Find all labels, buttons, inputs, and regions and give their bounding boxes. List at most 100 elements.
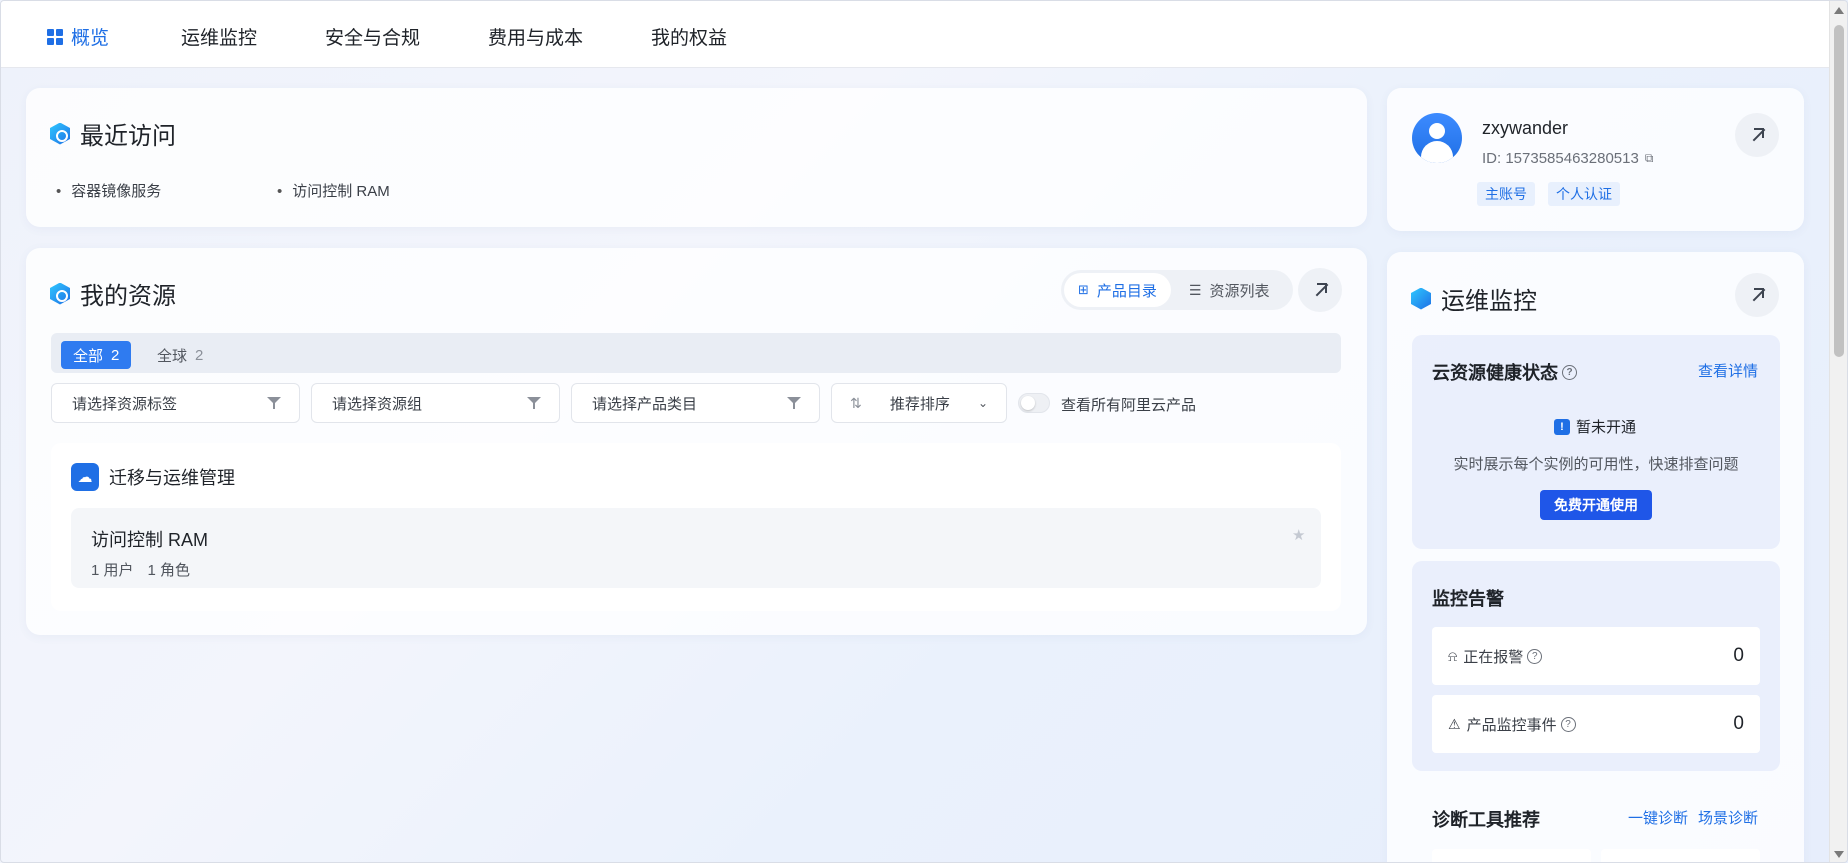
product-users-count[interactable]: 1 用户 xyxy=(91,559,134,580)
monitor-events-metric[interactable]: ⚠ 产品监控事件 ? 0 xyxy=(1432,695,1760,753)
show-all-toggle[interactable] xyxy=(1018,393,1050,413)
product-name[interactable]: 访问控制 RAM xyxy=(91,526,208,552)
list-icon: ☰ xyxy=(1188,281,1202,298)
metric-value: 0 xyxy=(1733,645,1744,666)
username: zxywander xyxy=(1482,118,1569,138)
tab-global[interactable]: 全球 2 xyxy=(145,341,215,369)
recent-item-label: 访问控制 RAM xyxy=(292,183,390,200)
tab-count: 2 xyxy=(111,346,120,364)
arrow-up-right-icon xyxy=(1750,288,1764,302)
resources-open-button[interactable] xyxy=(1298,268,1342,312)
filter-placeholder: 请选择产品类目 xyxy=(592,395,698,413)
section-title: 最近访问 xyxy=(80,123,176,150)
nav-tab-benefits[interactable]: 我的权益 xyxy=(651,23,727,50)
one-click-diagnose-link[interactable]: 一键诊断 xyxy=(1628,807,1688,828)
alerts-title: 监控告警 xyxy=(1432,589,1504,609)
nav-tab-billing[interactable]: 费用与成本 xyxy=(488,23,583,50)
diagnose-tool-card[interactable] xyxy=(1601,849,1760,862)
sort-select[interactable]: ⇅ 推荐排序 ⌄ xyxy=(831,383,1007,423)
active-alerts-metric[interactable]: ⍾ 正在报警 ? 0 xyxy=(1432,627,1760,685)
copy-icon[interactable]: ⧉ xyxy=(1645,151,1654,166)
arrow-up-right-icon xyxy=(1750,128,1764,142)
account-id: ID: 1573585463280513 ⧉ xyxy=(1482,150,1653,167)
diagnose-title: 诊断工具推荐 xyxy=(1432,810,1540,830)
scroll-up-icon[interactable] xyxy=(1834,7,1844,14)
alert-icon: ! xyxy=(1554,418,1570,435)
nav-tab-label: 概览 xyxy=(71,28,110,49)
recent-visits-card xyxy=(26,88,1367,227)
ops-monitor-title: 运维监控 xyxy=(1411,281,1537,316)
health-title: 云资源健康状态 ? xyxy=(1432,359,1577,385)
recent-item[interactable]: 访问控制 RAM xyxy=(277,180,390,201)
scroll-thumb[interactable] xyxy=(1834,25,1844,357)
page-scrollbar[interactable] xyxy=(1829,1,1847,862)
filter-icon xyxy=(527,396,541,410)
scroll-down-icon[interactable] xyxy=(1834,851,1844,858)
section-title: 我的资源 xyxy=(80,283,176,310)
pulse-icon xyxy=(1411,287,1431,310)
metric-label: 正在报警 xyxy=(1463,648,1524,666)
avatar xyxy=(1412,113,1462,163)
nav-tab-label: 安全与合规 xyxy=(325,28,421,49)
product-item[interactable] xyxy=(71,508,1321,588)
help-icon[interactable]: ? xyxy=(1527,648,1543,664)
free-activate-button[interactable]: 免费开通使用 xyxy=(1540,490,1652,520)
tab-all[interactable]: 全部 2 xyxy=(61,341,132,369)
nav-tab-security[interactable]: 安全与合规 xyxy=(325,23,420,50)
filter-icon xyxy=(267,396,281,410)
view-toggle: ⊞ 产品目录 ☰ 资源列表 xyxy=(1061,270,1293,310)
nav-tab-label: 运维监控 xyxy=(181,28,258,49)
nav-tab-label: 我的权益 xyxy=(651,28,728,49)
filter-placeholder: 请选择资源标签 xyxy=(72,395,178,413)
section-title: 运维监控 xyxy=(1441,288,1537,315)
catalog-view-label: 产品目录 xyxy=(1096,282,1157,300)
filter-icon xyxy=(787,396,801,410)
profile-open-button[interactable] xyxy=(1735,113,1779,157)
cube-icon xyxy=(50,282,70,305)
scenario-diagnose-link[interactable]: 场景诊断 xyxy=(1698,807,1758,828)
arrow-up-right-icon xyxy=(1313,283,1327,297)
my-resources-title: 我的资源 xyxy=(50,276,176,311)
page-frame: 概览 运维监控 安全与合规 费用与成本 我的权益 最近访问 容器镜像服务 访问控… xyxy=(0,0,1848,863)
group-filter-select[interactable]: 请选择资源组 xyxy=(311,383,560,423)
sort-icon: ⇅ xyxy=(850,394,862,411)
chevron-down-icon: ⌄ xyxy=(977,396,988,410)
metric-value: 0 xyxy=(1733,713,1744,734)
badge-label: 个人认证 xyxy=(1556,186,1612,202)
ops-open-button[interactable] xyxy=(1735,273,1779,317)
cloud-upload-icon: ☁ xyxy=(71,463,99,491)
star-icon[interactable]: ★ xyxy=(1292,526,1305,544)
health-title-text: 云资源健康状态 xyxy=(1432,363,1558,383)
region-tabs: 全部 2 全球 2 xyxy=(51,333,1341,373)
metric-label: 产品监控事件 xyxy=(1466,716,1557,734)
main-account-badge: 主账号 xyxy=(1477,182,1535,206)
badge-label: 主账号 xyxy=(1485,186,1527,202)
nav-tab-overview[interactable]: 概览 xyxy=(47,23,109,50)
tag-filter-select[interactable]: 请选择资源标签 xyxy=(51,383,300,423)
top-nav: 概览 运维监控 安全与合规 费用与成本 我的权益 xyxy=(1,1,1831,68)
nav-tab-label: 费用与成本 xyxy=(488,28,584,49)
list-view-label: 资源列表 xyxy=(1209,282,1270,300)
personal-verified-badge: 个人认证 xyxy=(1548,182,1620,206)
dashboard-icon xyxy=(47,28,63,45)
filter-placeholder: 请选择资源组 xyxy=(332,395,423,413)
recent-item[interactable]: 容器镜像服务 xyxy=(56,180,161,201)
category-filter-select[interactable]: 请选择产品类目 xyxy=(571,383,820,423)
grid-view-icon: ⊞ xyxy=(1078,282,1089,297)
sort-label: 推荐排序 xyxy=(889,395,950,413)
clock-icon xyxy=(50,122,70,145)
health-detail-link[interactable]: 查看详情 xyxy=(1698,360,1758,381)
health-status-text: 暂未开通 xyxy=(1576,419,1637,436)
diagnose-tool-card[interactable] xyxy=(1432,849,1591,862)
catalog-view-button[interactable]: ⊞ 产品目录 xyxy=(1064,273,1171,307)
product-roles-count[interactable]: 1 角色 xyxy=(148,559,191,580)
alarm-icon: ⍾ xyxy=(1448,647,1458,664)
warning-icon: ⚠ xyxy=(1448,715,1461,732)
recent-item-label: 容器镜像服务 xyxy=(71,183,162,200)
list-view-button[interactable]: ☰ 资源列表 xyxy=(1175,273,1284,307)
account-id-text: ID: 1573585463280513 xyxy=(1482,150,1639,167)
category-title: 迁移与运维管理 xyxy=(109,468,235,488)
help-icon[interactable]: ? xyxy=(1562,364,1577,380)
help-icon[interactable]: ? xyxy=(1560,716,1576,732)
nav-tab-ops-monitor[interactable]: 运维监控 xyxy=(181,23,257,50)
